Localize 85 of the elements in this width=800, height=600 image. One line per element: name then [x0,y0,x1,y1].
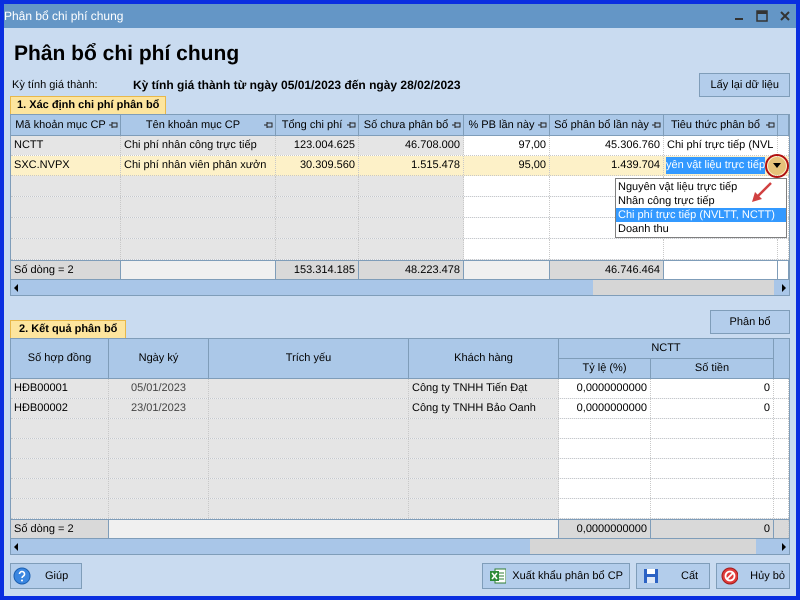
allocate-button[interactable]: Phân bổ [710,310,790,334]
column-header[interactable]: Tên khoản mục CP [123,116,263,134]
column-header[interactable]: Tiêu thức phân bổ [666,116,765,134]
table-cell-text: SXC.NVPX [14,158,71,174]
annotation-arrow [752,182,772,202]
table-cell-text: 05/01/2023 [130,381,188,396]
table-cell-text: 97,00 [517,138,546,154]
table-cell-text: Chi phí trực tiếp (NVL [667,138,774,154]
scrollbar[interactable] [11,279,789,295]
selected-row[interactable]: SXC.NVPX Chi phí nhân viên phân xưởn 30.309.560 1.515.478 95,00 1.439.704 yên vật liệu trực tiếp [11,156,789,176]
column-header[interactable]: Mã khoản mục CP [13,116,108,134]
column-header[interactable]: Số phân bổ lần này [552,116,651,134]
table-cell-text: Công ty TNHH Tiến Đạt [412,381,528,396]
column-header[interactable]: Tổng chi phí [278,116,346,134]
table-cell-text: 23/01/2023 [130,401,188,416]
pin-icon[interactable] [652,121,661,129]
column-header[interactable]: Số hợp đồng [28,350,92,367]
table-cell-text: 1.439.704 [610,158,660,174]
dropdown-option[interactable]: Nguyên vật liệu trực tiếp [616,180,786,194]
column-header[interactable]: Số chưa phân bổ [361,116,451,134]
scroll-left-icon[interactable] [14,543,18,551]
column-header[interactable]: Tỷ lệ (%) [582,360,626,377]
table-cell-text: 30.309.560 [298,158,355,174]
table-row[interactable]: HĐB00001 05/01/2023 Công ty TNHH Tiến Đạt 0,0000000000 0 [11,379,789,399]
scroll-thumb[interactable] [530,539,756,554]
table-row[interactable]: HĐB00002 23/01/2023 Công ty TNHH Bảo Oanh 0,0000000000 0 [11,399,789,419]
section-tab[interactable]: 2. Kết quả phân bổ [10,320,126,338]
reload-button[interactable]: Lấy lại dữ liệu [699,73,790,97]
column-header[interactable]: Số tiền [694,360,730,377]
footer-cell-text: 153.314.185 [292,262,355,278]
period-value: Kỳ tính giá thành từ ngày 05/01/2023 đến ngày 28/02/2023 [133,77,462,94]
scroll-thumb[interactable] [593,280,774,295]
page-heading: Phân bổ chi phí chung [14,41,240,67]
table-cell-text: 1.515.478 [410,158,460,174]
table-cell-text: 46.708.000 [404,138,460,154]
close-icon[interactable] [780,11,790,21]
table-cell-text: 0 [762,401,770,416]
pin-icon[interactable] [347,121,356,129]
pin-icon[interactable] [109,121,118,129]
scroll-left-icon[interactable] [14,284,18,292]
footer-cell-text: Số dòng = 2 [14,262,75,278]
table-cell-text: 123.004.625 [292,138,355,154]
table-row[interactable]: NCTT Chi phí nhân công trực tiếp 123.004.625 46.708.000 97,00 45.306.760 Chi phí trực tiếp (NVL [11,136,789,156]
footer-cell-text: 46.746.464 [604,262,660,278]
footer-cell-text: 48.223.478 [404,262,460,278]
period-label: Kỳ tính giá thành: [12,78,99,93]
table-cell-text: 0 [762,381,770,396]
scroll-right-icon[interactable] [782,284,786,292]
table-cell-text: 0,0000000000 [576,381,647,396]
pin-icon[interactable] [264,121,273,129]
column-header[interactable]: Trích yếu [286,350,332,367]
footer-cell-text: 0,0000000000 [576,522,647,537]
dropdown-option[interactable]: Nhân công trực tiếp [616,194,786,208]
table-cell-text: 0,0000000000 [576,401,647,416]
table-cell-text: HĐB00001 [14,381,69,396]
pin-icon[interactable] [452,121,461,129]
column-header[interactable]: Ngày ký [138,350,178,367]
spreadsheet-icon [489,568,506,584]
table-cell-text: Công ty TNHH Bảo Oanh [412,401,537,416]
column-group-header: NCTT [651,341,681,356]
help-icon [13,567,31,585]
window-title: Phân bổ chi phí chung [4,8,124,25]
table-cell-text: Chi phí nhân công trực tiếp [124,138,258,154]
section-tab[interactable]: 1. Xác định chi phí phân bổ [10,96,166,114]
cancel-icon [721,567,738,585]
footer-cell-text: Số dòng = 2 [14,522,74,537]
pin-icon[interactable] [766,121,775,129]
table-cell-text: 45.306.760 [604,138,660,154]
save-button[interactable]: Cất [636,563,710,589]
maximize-icon[interactable] [756,10,768,22]
footer-cell-text: 0 [762,522,770,537]
caret-icon [773,163,782,168]
cancel-button[interactable]: Hủy bỏ [716,563,790,589]
dropdown-option[interactable]: Doanh thu [616,222,786,236]
column-header[interactable]: % PB lần này [466,116,537,134]
table-cell-text: HĐB00002 [14,401,69,416]
scroll-right-icon[interactable] [782,543,786,551]
table-cell-text: 95,00 [517,158,546,174]
column-header[interactable]: Khách hàng [454,350,513,367]
table-cell-text: NCTT [14,138,44,154]
scrollbar[interactable] [11,538,789,554]
export-button[interactable]: Xuất khẩu phân bổ CP [482,563,630,589]
help-button[interactable]: Giúp [10,563,82,589]
table-cell-text: Chi phí nhân viên phân xưởn [124,158,268,174]
pin-icon[interactable] [538,121,547,129]
